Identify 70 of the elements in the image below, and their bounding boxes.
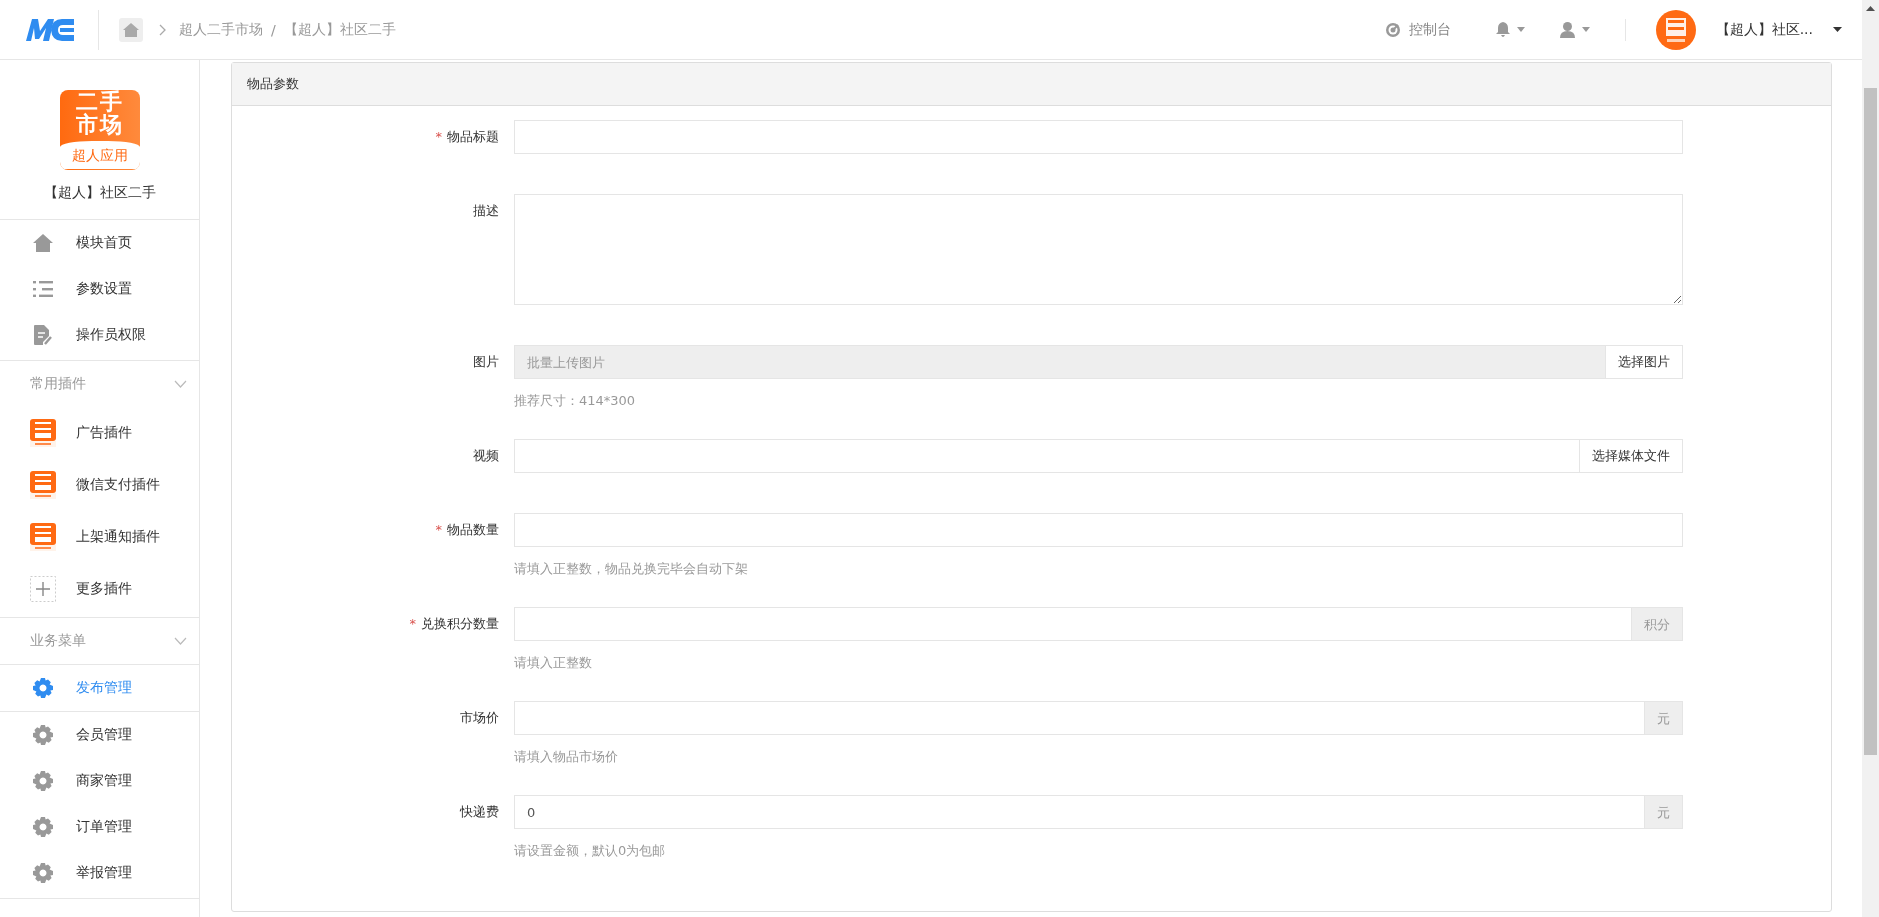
- home-button[interactable]: [119, 17, 143, 42]
- sidebar-item[interactable]: 微信支付插件: [0, 459, 199, 511]
- scroll-up-icon: [1866, 6, 1875, 11]
- sidebar-item[interactable]: 发布管理: [0, 664, 199, 712]
- field-label: 物品数量: [447, 521, 499, 539]
- home-icon: [123, 22, 139, 37]
- caret-icon: [1833, 27, 1842, 32]
- text-input[interactable]: [514, 120, 1683, 154]
- select-button[interactable]: 选择媒体文件: [1580, 439, 1683, 473]
- gear-icon: [30, 725, 56, 745]
- field-label: 兑换积分数量: [421, 615, 499, 633]
- text-input[interactable]: [514, 701, 1645, 735]
- unit-addon: 元: [1645, 701, 1683, 735]
- gear-icon: [30, 863, 56, 883]
- gauge-icon: [1384, 21, 1401, 38]
- required-mark: *: [409, 615, 416, 633]
- sidebar-item[interactable]: 上架通知插件: [0, 511, 199, 563]
- sidebar-item[interactable]: 举报管理: [0, 850, 199, 896]
- text-input[interactable]: [514, 513, 1683, 547]
- avatar-icon: [1655, 9, 1696, 50]
- sidebar-item[interactable]: 会员管理: [0, 712, 199, 758]
- field-label: 市场价: [460, 709, 499, 727]
- notification-menu[interactable]: [1495, 22, 1525, 37]
- panel-title: 物品参数: [232, 63, 1831, 106]
- caret-icon: [1581, 27, 1590, 32]
- app-icon: [30, 523, 56, 551]
- field-hint: 请填入正整数: [514, 654, 593, 672]
- field-label: 物品标题: [447, 128, 499, 146]
- field-label: 图片: [473, 353, 499, 371]
- app-name: 【超人】社区二手: [43, 184, 156, 202]
- list-icon: [30, 281, 56, 297]
- chevron-right-icon: [159, 23, 167, 36]
- unit-addon: 积分: [1632, 607, 1683, 641]
- account-menu[interactable]: 【超人】社区...: [1715, 20, 1842, 39]
- sidebar-item[interactable]: 商家管理: [0, 758, 199, 804]
- app-icon: [30, 419, 56, 447]
- unit-addon: 元: [1645, 795, 1683, 829]
- scrollbar[interactable]: [1862, 0, 1879, 917]
- gear-icon: [30, 771, 56, 791]
- sidebar-item[interactable]: 模块首页: [0, 220, 199, 266]
- field-hint: 请填入物品市场价: [514, 748, 619, 766]
- text-input[interactable]: 0: [514, 795, 1645, 829]
- gear-icon: [30, 817, 56, 837]
- sidebar-item[interactable]: 操作员权限: [0, 312, 199, 358]
- user-icon: [1559, 21, 1575, 38]
- text-input[interactable]: [514, 439, 1580, 473]
- console-link[interactable]: 控制台: [1384, 20, 1451, 39]
- app-logo: 二手 市场 超人应用: [59, 90, 140, 170]
- field-label: 快递费: [460, 803, 499, 821]
- field-hint: 请设置金额，默认0为包邮: [514, 842, 667, 860]
- text-area[interactable]: [514, 194, 1683, 305]
- breadcrumb-separator: /: [271, 21, 276, 38]
- required-mark: *: [435, 128, 442, 146]
- sidebar-item[interactable]: 广告插件: [0, 407, 199, 459]
- sidebar-item[interactable]: 参数设置: [0, 266, 199, 312]
- required-mark: *: [435, 521, 442, 539]
- text-input[interactable]: [514, 607, 1632, 641]
- field-label: 视频: [473, 447, 499, 465]
- gear-icon: [30, 678, 56, 698]
- field-hint: 请填入正整数，物品兑换完毕会自动下架: [514, 560, 749, 578]
- plus-icon: [30, 576, 56, 602]
- app-icon: [30, 471, 56, 499]
- field-label: 描述: [473, 202, 499, 220]
- sidebar-item[interactable]: 订单管理: [0, 804, 199, 850]
- caret-icon: [1516, 27, 1525, 32]
- scrollbar-thumb[interactable]: [1864, 88, 1877, 755]
- bell-icon: [1495, 22, 1510, 37]
- user-menu[interactable]: [1559, 21, 1590, 38]
- sidebar-item[interactable]: 更多插件: [0, 563, 199, 615]
- field-hint: 推荐尺寸：414*300: [514, 392, 637, 410]
